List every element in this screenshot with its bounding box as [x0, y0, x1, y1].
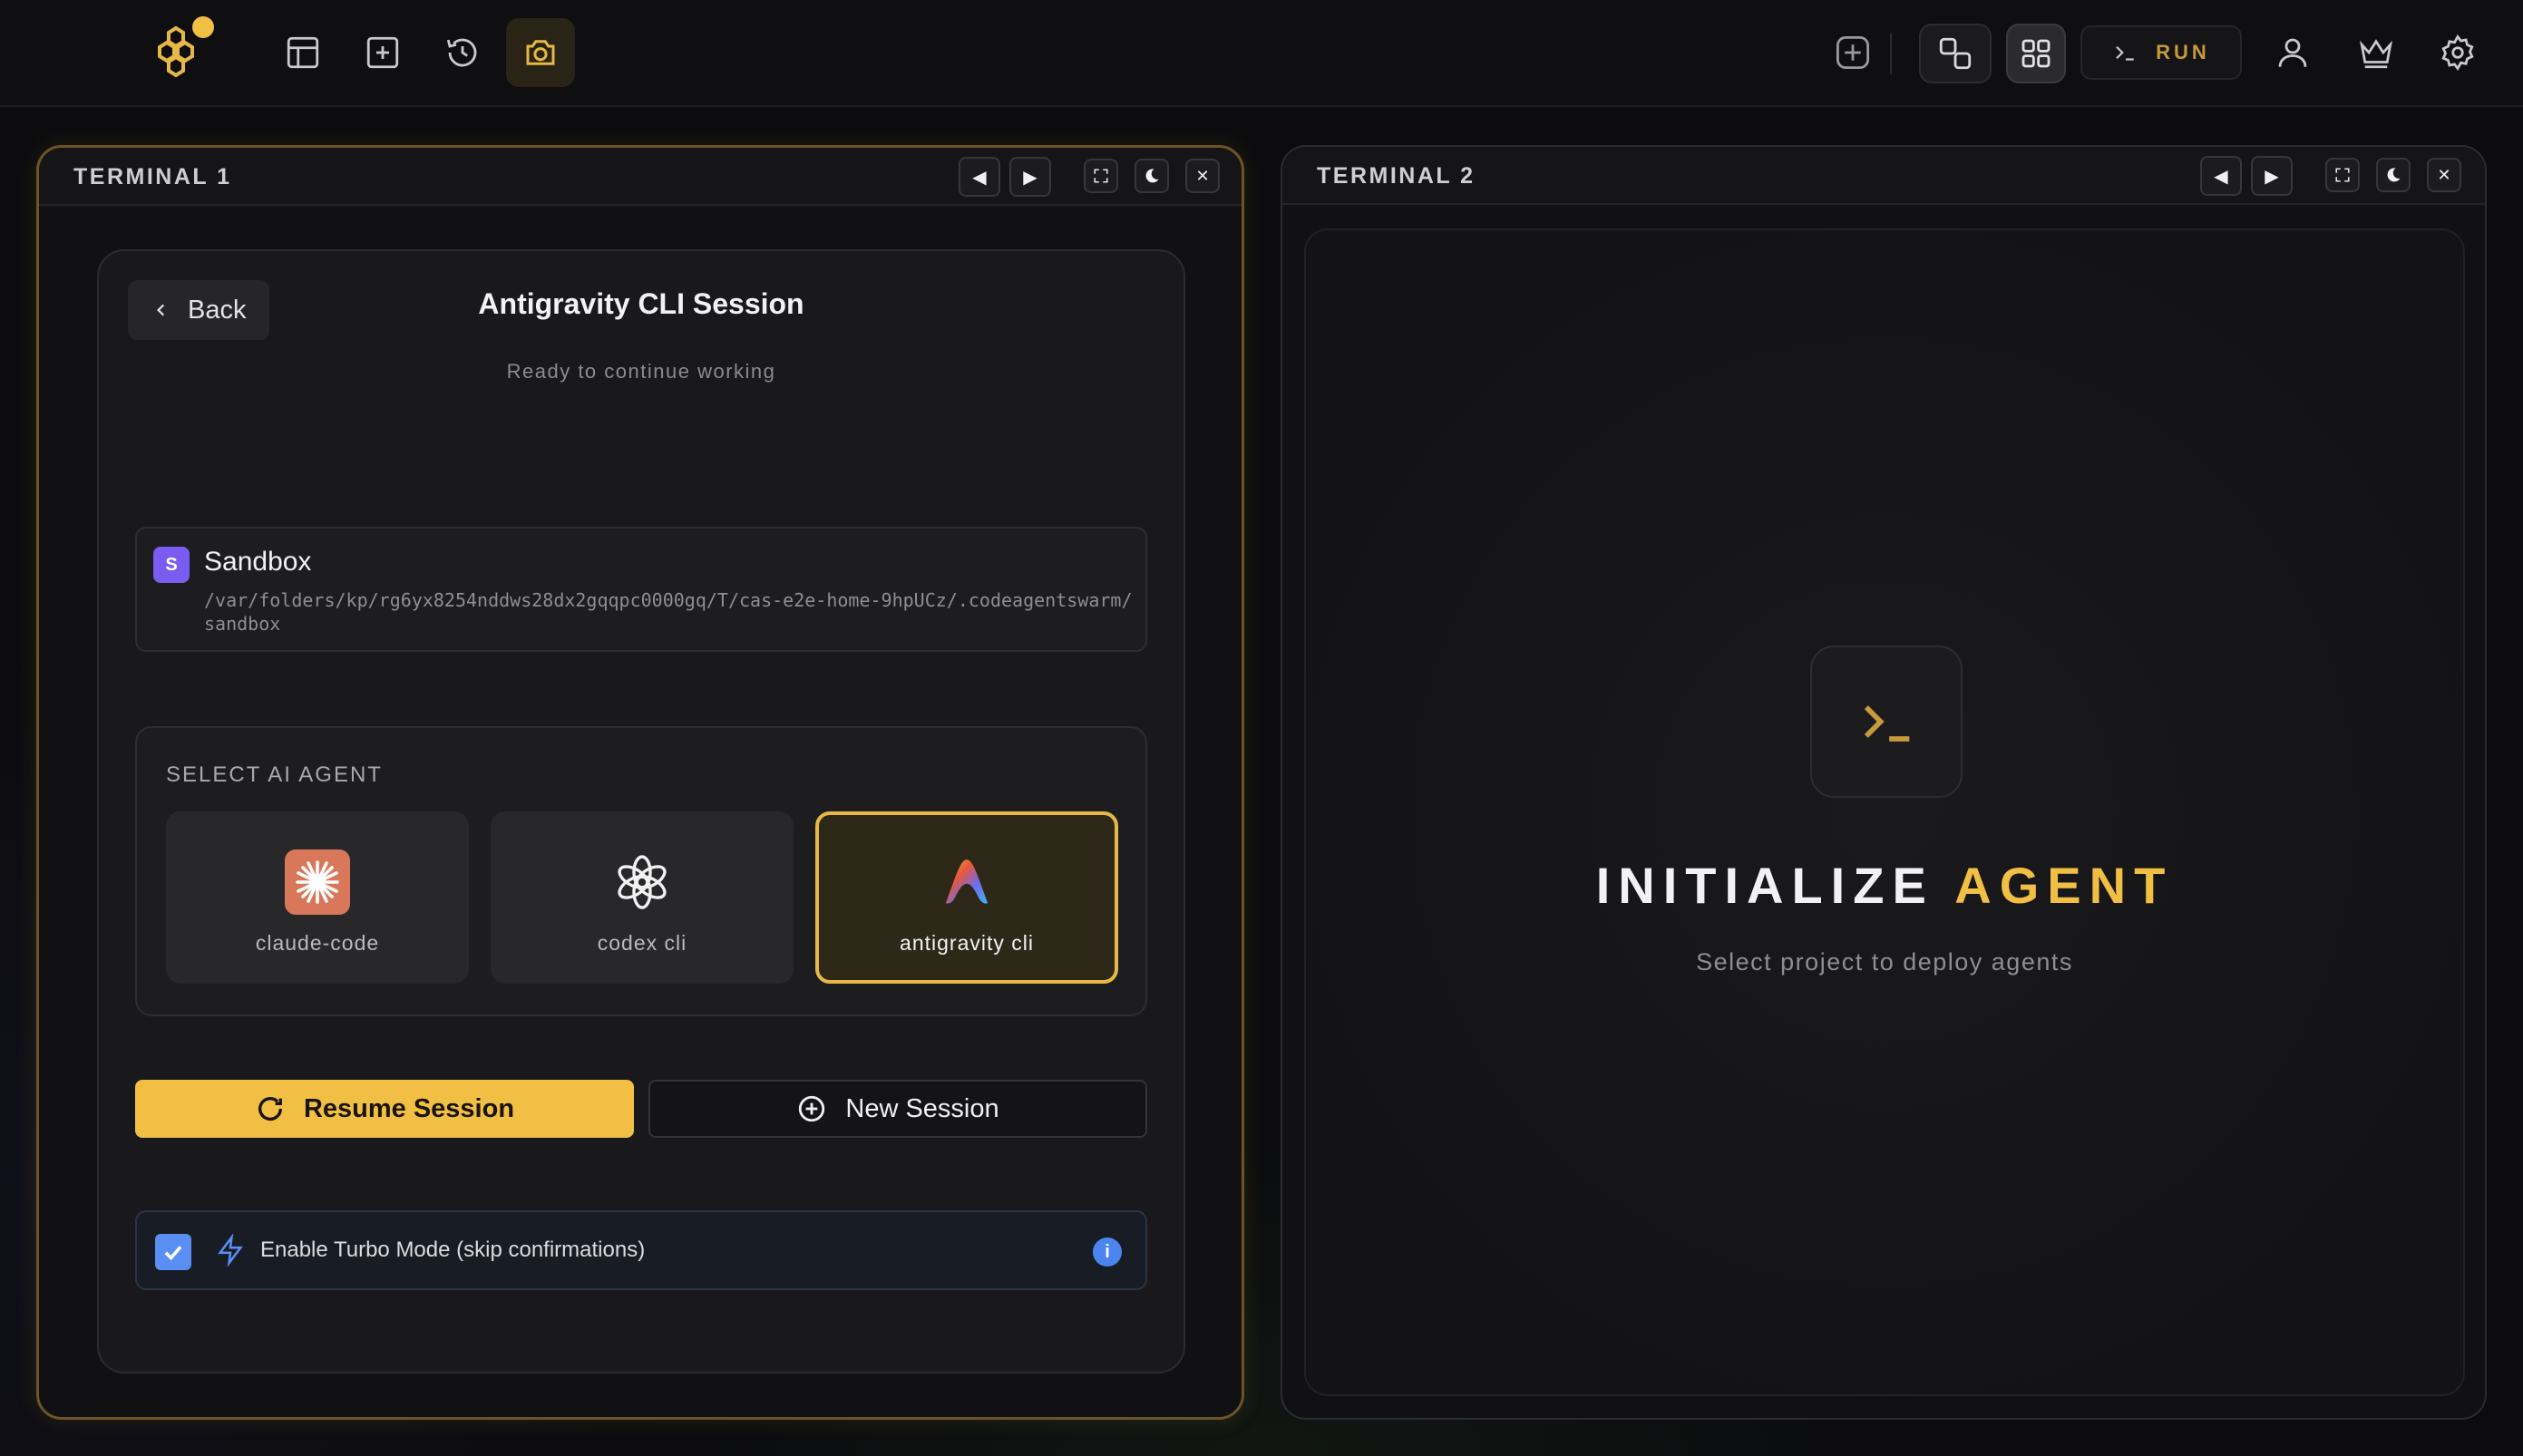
terminal-2-placeholder: INITIALIZE AGENT Select project to deplo… [1304, 228, 2465, 1396]
run-button[interactable]: RUN [2080, 25, 2242, 80]
toolbar-divider [1890, 33, 1892, 74]
agent-option-antigravity-cli[interactable]: antigravity cli [815, 811, 1118, 984]
new-tab-icon[interactable] [348, 18, 417, 87]
project-name: Sandbox [204, 547, 312, 577]
agent-section-label: SELECT AI AGENT [166, 762, 383, 787]
turbo-mode-row: Enable Turbo Mode (skip confirmations) i [135, 1210, 1147, 1290]
initialize-agent-title: INITIALIZE AGENT [1306, 856, 2463, 915]
maximize-icon[interactable] [1084, 159, 1118, 193]
moon-icon[interactable] [2376, 158, 2411, 192]
session-subtitle: Ready to continue working [506, 360, 776, 383]
terminal-2-panel: TERMINAL 2 ◀ ▶ ✕ INITIALIZE AGENT Select… [1281, 145, 2487, 1420]
terminal-prompt-icon [2116, 45, 2134, 61]
agent-option-claude-code[interactable]: claude-code [166, 811, 469, 984]
add-icon[interactable] [1819, 18, 1886, 87]
claude-logo-icon [285, 849, 350, 915]
close-icon[interactable]: ✕ [1185, 159, 1220, 193]
split-view-icon[interactable] [1919, 24, 1992, 83]
new-session-button[interactable]: New Session [648, 1080, 1147, 1138]
initialize-subtitle: Select project to deploy agents [1696, 948, 2073, 976]
turbo-mode-label: Enable Turbo Mode (skip confirmations) [260, 1238, 646, 1262]
user-icon[interactable] [2258, 18, 2327, 87]
hexagon-logo-icon [147, 15, 219, 78]
history-icon[interactable] [428, 18, 497, 87]
terminal-1-title: TERMINAL 1 [73, 164, 232, 189]
camera-icon[interactable] [506, 18, 575, 87]
project-avatar: S [153, 547, 190, 583]
layout-icon[interactable] [268, 18, 337, 87]
project-info: S Sandbox /var/folders/kp/rg6yx8254nddws… [135, 527, 1147, 652]
lightning-icon [215, 1233, 248, 1270]
plus-circle-icon [799, 1095, 825, 1122]
agent-option-codex-cli[interactable]: codex cli [491, 811, 794, 984]
next-arrow-icon[interactable]: ▶ [1009, 157, 1051, 197]
moon-icon[interactable] [1135, 159, 1169, 193]
checkmark-icon [164, 1246, 182, 1261]
maximize-icon[interactable] [2325, 158, 2360, 192]
close-icon[interactable]: ✕ [2427, 158, 2461, 192]
gear-icon[interactable] [2423, 18, 2492, 87]
init-word-agent: AGENT [1954, 857, 2174, 914]
agent-name: antigravity cli [900, 931, 1034, 955]
antigravity-logo-icon [934, 849, 999, 915]
resume-session-button[interactable]: Resume Session [135, 1080, 634, 1138]
terminal-1-header: TERMINAL 1 ◀ ▶ ✕ [39, 148, 1242, 206]
agent-name: claude-code [255, 931, 380, 955]
crown-icon[interactable] [2342, 18, 2411, 87]
openai-logo-icon [609, 849, 675, 915]
terminal-prompt-icon [1810, 645, 1963, 798]
session-title: Antigravity CLI Session [478, 287, 804, 320]
init-word-initialize: INITIALIZE [1595, 857, 1934, 914]
grid-view-icon[interactable] [2006, 24, 2066, 83]
terminal-2-title: TERMINAL 2 [1317, 163, 1476, 189]
run-label: RUN [2156, 41, 2210, 63]
project-path: /var/folders/kp/rg6yx8254nddws28dx2gqqpc… [204, 589, 1133, 635]
next-arrow-icon[interactable]: ▶ [2251, 156, 2293, 196]
turbo-mode-checkbox[interactable] [155, 1234, 191, 1270]
session-card: Back Antigravity CLI Session Ready to co… [97, 249, 1185, 1373]
top-toolbar: RUN [0, 0, 2523, 107]
agent-name: codex cli [597, 931, 687, 955]
previous-arrow-icon[interactable]: ◀ [2200, 156, 2242, 196]
resume-label: Resume Session [303, 1093, 515, 1123]
new-session-label: New Session [845, 1093, 999, 1123]
terminal-2-header: TERMINAL 2 ◀ ▶ ✕ [1282, 147, 2485, 205]
previous-arrow-icon[interactable]: ◀ [959, 157, 1000, 197]
terminal-1-panel: TERMINAL 1 ◀ ▶ ✕ Back Antigravity CLI Se… [36, 145, 1244, 1420]
info-icon[interactable]: i [1093, 1238, 1122, 1267]
agent-selector: SELECT AI AGENT claude-code codex cli an… [135, 726, 1147, 1016]
refresh-icon [258, 1097, 282, 1121]
